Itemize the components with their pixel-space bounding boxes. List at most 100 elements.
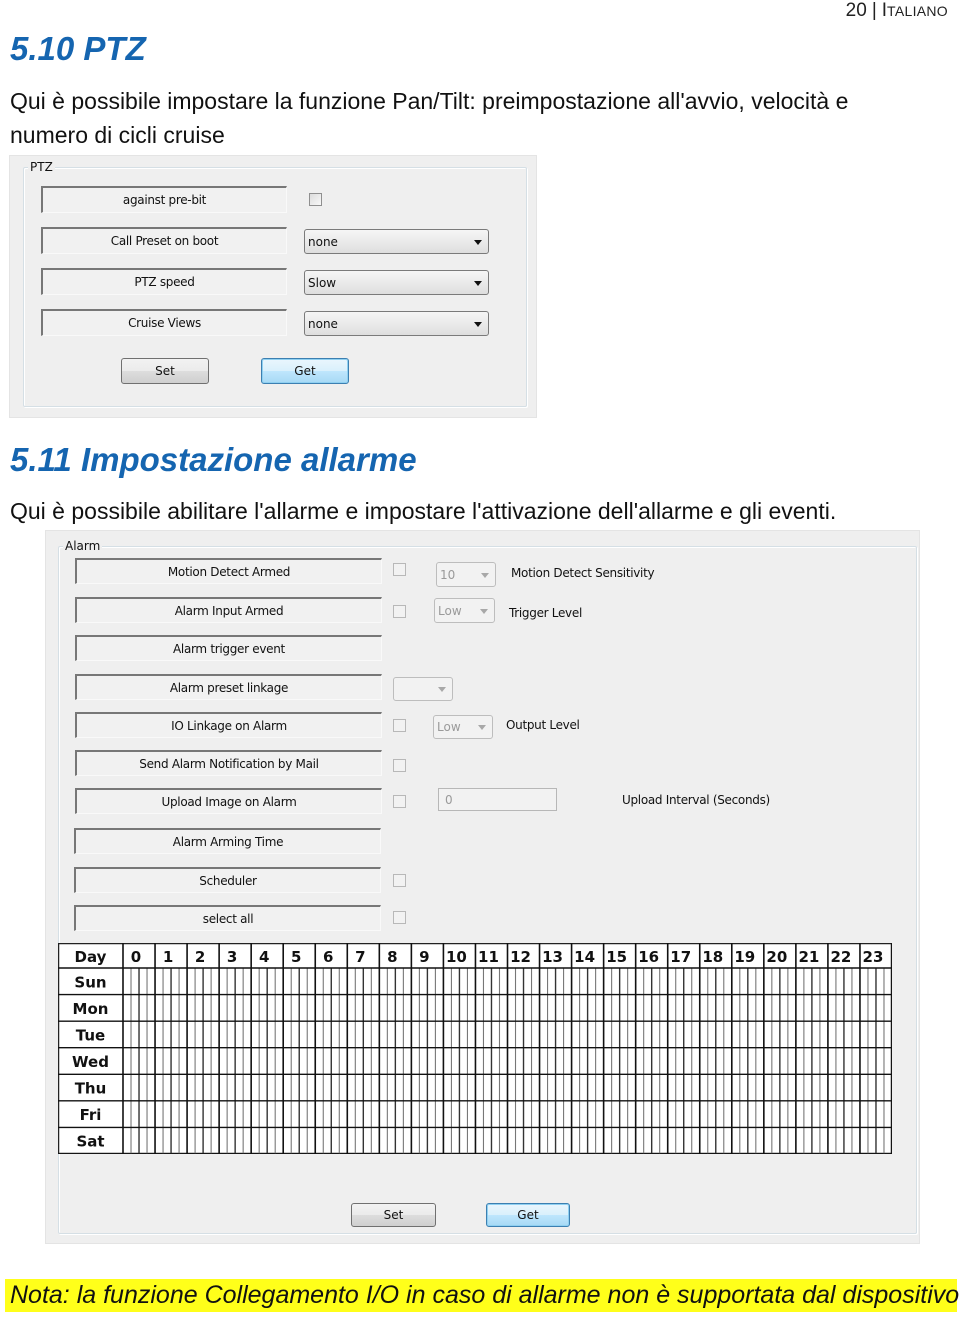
schedule-slot[interactable] [339,1101,347,1128]
schedule-slot[interactable] [644,1101,652,1128]
schedule-slot[interactable] [628,1127,636,1154]
schedule-slot[interactable] [219,1127,227,1154]
schedule-slot[interactable] [347,1074,355,1101]
schedule-slot[interactable] [187,1101,195,1128]
schedule-slot[interactable] [443,1127,451,1154]
schedule-slot[interactable] [628,1074,636,1101]
schedule-slot[interactable] [572,968,580,995]
schedule-slot[interactable] [251,995,259,1022]
schedule-slot[interactable] [363,1074,371,1101]
schedule-slot[interactable] [315,968,323,995]
schedule-slot[interactable] [524,995,532,1022]
schedule-slot[interactable] [467,1074,475,1101]
schedule-slot[interactable] [483,968,491,995]
schedule-slot[interactable] [499,1048,507,1075]
schedule-slot[interactable] [163,1101,171,1128]
schedule-slot[interactable] [483,1074,491,1101]
schedule-slot[interactable] [828,968,836,995]
schedule-slot[interactable] [612,1101,620,1128]
schedule-slot[interactable] [195,1074,203,1101]
schedule-slot[interactable] [868,1127,876,1154]
schedule-slot[interactable] [459,1021,467,1048]
schedule-slot[interactable] [572,1074,580,1101]
schedule-slot[interactable] [812,968,820,995]
schedule-slot[interactable] [459,968,467,995]
schedule-slot[interactable] [740,968,748,995]
schedule-slot[interactable] [299,968,307,995]
schedule-slot[interactable] [524,968,532,995]
schedule-slot[interactable] [700,1127,708,1154]
schedule-slot[interactable] [491,1127,499,1154]
schedule-slot[interactable] [339,1021,347,1048]
schedule-slot[interactable] [884,1101,892,1128]
schedule-slot[interactable] [283,1127,291,1154]
schedule-slot[interactable] [251,1074,259,1101]
schedule-slot[interactable] [347,968,355,995]
schedule-slot[interactable] [459,1048,467,1075]
schedule-slot[interactable] [451,995,459,1022]
schedule-slot[interactable] [483,1127,491,1154]
schedule-slot[interactable] [339,1048,347,1075]
schedule-slot[interactable] [219,1101,227,1128]
schedule-slot[interactable] [748,1021,756,1048]
schedule-slot[interactable] [235,1074,243,1101]
schedule-slot[interactable] [491,1074,499,1101]
schedule-slot[interactable] [387,968,395,995]
schedule-slot[interactable] [211,1127,219,1154]
alarm-set-button[interactable]: Set [351,1203,436,1227]
schedule-slot[interactable] [540,1048,548,1075]
schedule-slot[interactable] [275,1074,283,1101]
schedule-slot[interactable] [716,995,724,1022]
alarm-input-armed-checkbox[interactable] [393,605,406,618]
schedule-slot[interactable] [708,1074,716,1101]
schedule-slot[interactable] [516,995,524,1022]
schedule-slot[interactable] [331,1074,339,1101]
schedule-slot[interactable] [211,1101,219,1128]
schedule-slot[interactable] [323,1048,331,1075]
schedule-slot[interactable] [155,968,163,995]
schedule-slot[interactable] [588,995,596,1022]
schedule-slot[interactable] [636,968,644,995]
schedule-slot[interactable] [419,1048,427,1075]
schedule-slot[interactable] [548,1048,556,1075]
schedule-slot[interactable] [123,968,131,995]
schedule-slot[interactable] [812,1021,820,1048]
schedule-slot[interactable] [756,1074,764,1101]
schedule-slot[interactable] [427,1074,435,1101]
schedule-slot[interactable] [556,1101,564,1128]
schedule-slot[interactable] [459,1101,467,1128]
schedule-slot[interactable] [676,968,684,995]
schedule-slot[interactable] [780,995,788,1022]
schedule-slot[interactable] [299,995,307,1022]
schedule-slot[interactable] [435,995,443,1022]
schedule-slot[interactable] [179,968,187,995]
schedule-slot[interactable] [211,1021,219,1048]
schedule-slot[interactable] [371,1127,379,1154]
schedule-slot[interactable] [844,1048,852,1075]
schedule-slot[interactable] [139,1101,147,1128]
schedule-slot[interactable] [427,1021,435,1048]
schedule-slot[interactable] [227,1127,235,1154]
schedule-slot[interactable] [532,1101,540,1128]
schedule-slot[interactable] [251,1101,259,1128]
schedule-slot[interactable] [564,1021,572,1048]
schedule-slot[interactable] [596,968,604,995]
schedule-slot[interactable] [395,968,403,995]
schedule-slot[interactable] [459,995,467,1022]
schedule-slot[interactable] [580,1101,588,1128]
schedule-slot[interactable] [524,1021,532,1048]
schedule-slot[interactable] [139,1127,147,1154]
schedule-slot[interactable] [499,1021,507,1048]
schedule-slot[interactable] [740,1127,748,1154]
schedule-slot[interactable] [732,995,740,1022]
schedule-slot[interactable] [451,1021,459,1048]
schedule-slot[interactable] [852,1021,860,1048]
schedule-slot[interactable] [291,1048,299,1075]
schedule-slot[interactable] [147,995,155,1022]
schedule-slot[interactable] [259,968,267,995]
schedule-slot[interactable] [331,968,339,995]
schedule-slot[interactable] [443,1048,451,1075]
schedule-slot[interactable] [588,968,596,995]
schedule-slot[interactable] [235,1127,243,1154]
schedule-slot[interactable] [628,1101,636,1128]
